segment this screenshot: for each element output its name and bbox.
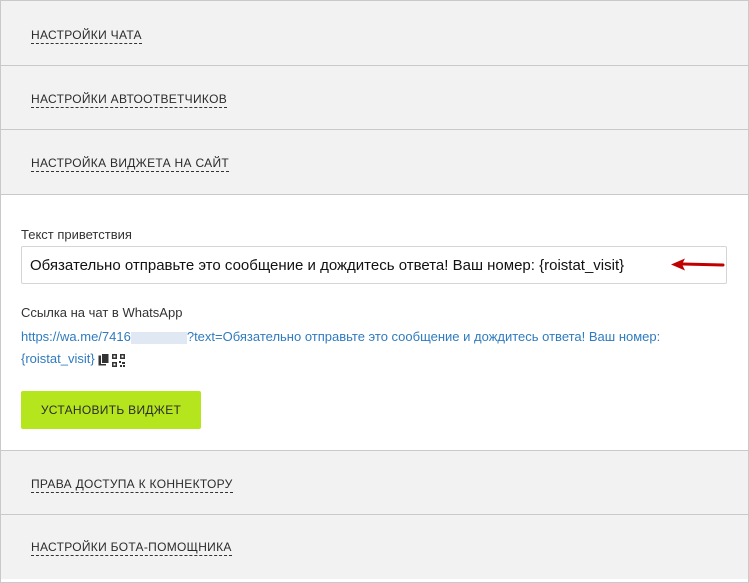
section-title-autoresponder-settings[interactable]: НАСТРОЙКИ АВТООТВЕТЧИКОВ <box>31 92 228 108</box>
qr-code-icon[interactable] <box>111 353 125 367</box>
section-bot-settings[interactable]: НАСТРОЙКИ БОТА-ПОМОЩНИКА <box>1 515 748 579</box>
section-title-bot-settings[interactable]: НАСТРОЙКИ БОТА-ПОМОЩНИКА <box>31 540 232 556</box>
section-autoresponder-settings[interactable]: НАСТРОЙКИ АВТООТВЕТЧИКОВ <box>1 66 748 130</box>
section-title-widget-settings[interactable]: НАСТРОЙКА ВИДЖЕТА НА САЙТ <box>31 156 230 172</box>
whatsapp-link[interactable]: https://wa.me/7416 ?text=Обязательно отпр… <box>21 326 721 371</box>
widget-settings-panel: Текст приветствия Ссылка на чат в WhatsA… <box>1 195 748 451</box>
section-title-access-rights[interactable]: ПРАВА ДОСТУПА К КОННЕКТОРУ <box>31 477 233 493</box>
link-actions <box>98 349 127 371</box>
section-chat-settings[interactable]: НАСТРОЙКИ ЧАТА <box>1 1 748 66</box>
greeting-input[interactable] <box>21 246 727 284</box>
whatsapp-link-prefix[interactable]: https://wa.me/7416 <box>21 329 131 344</box>
annotation-arrow-icon <box>671 258 725 271</box>
install-widget-button[interactable]: УСТАНОВИТЬ ВИДЖЕТ <box>21 391 201 429</box>
whatsapp-link-suffix-2[interactable]: {roistat_visit} <box>21 351 95 366</box>
section-access-rights[interactable]: ПРАВА ДОСТУПА К КОННЕКТОРУ <box>1 451 748 515</box>
whatsapp-link-suffix[interactable]: ?text=Обязательно отправьте это сообщени… <box>187 329 660 344</box>
greeting-label: Текст приветствия <box>21 227 132 242</box>
copy-icon[interactable] <box>98 353 110 367</box>
whatsapp-link-label: Ссылка на чат в WhatsApp <box>21 305 183 320</box>
section-widget-settings[interactable]: НАСТРОЙКА ВИДЖЕТА НА САЙТ <box>1 130 748 195</box>
section-title-chat-settings[interactable]: НАСТРОЙКИ ЧАТА <box>31 28 142 44</box>
masked-phone <box>130 331 187 344</box>
connector-settings: НАСТРОЙКИ ЧАТА НАСТРОЙКИ АВТООТВЕТЧИКОВ … <box>0 0 749 583</box>
